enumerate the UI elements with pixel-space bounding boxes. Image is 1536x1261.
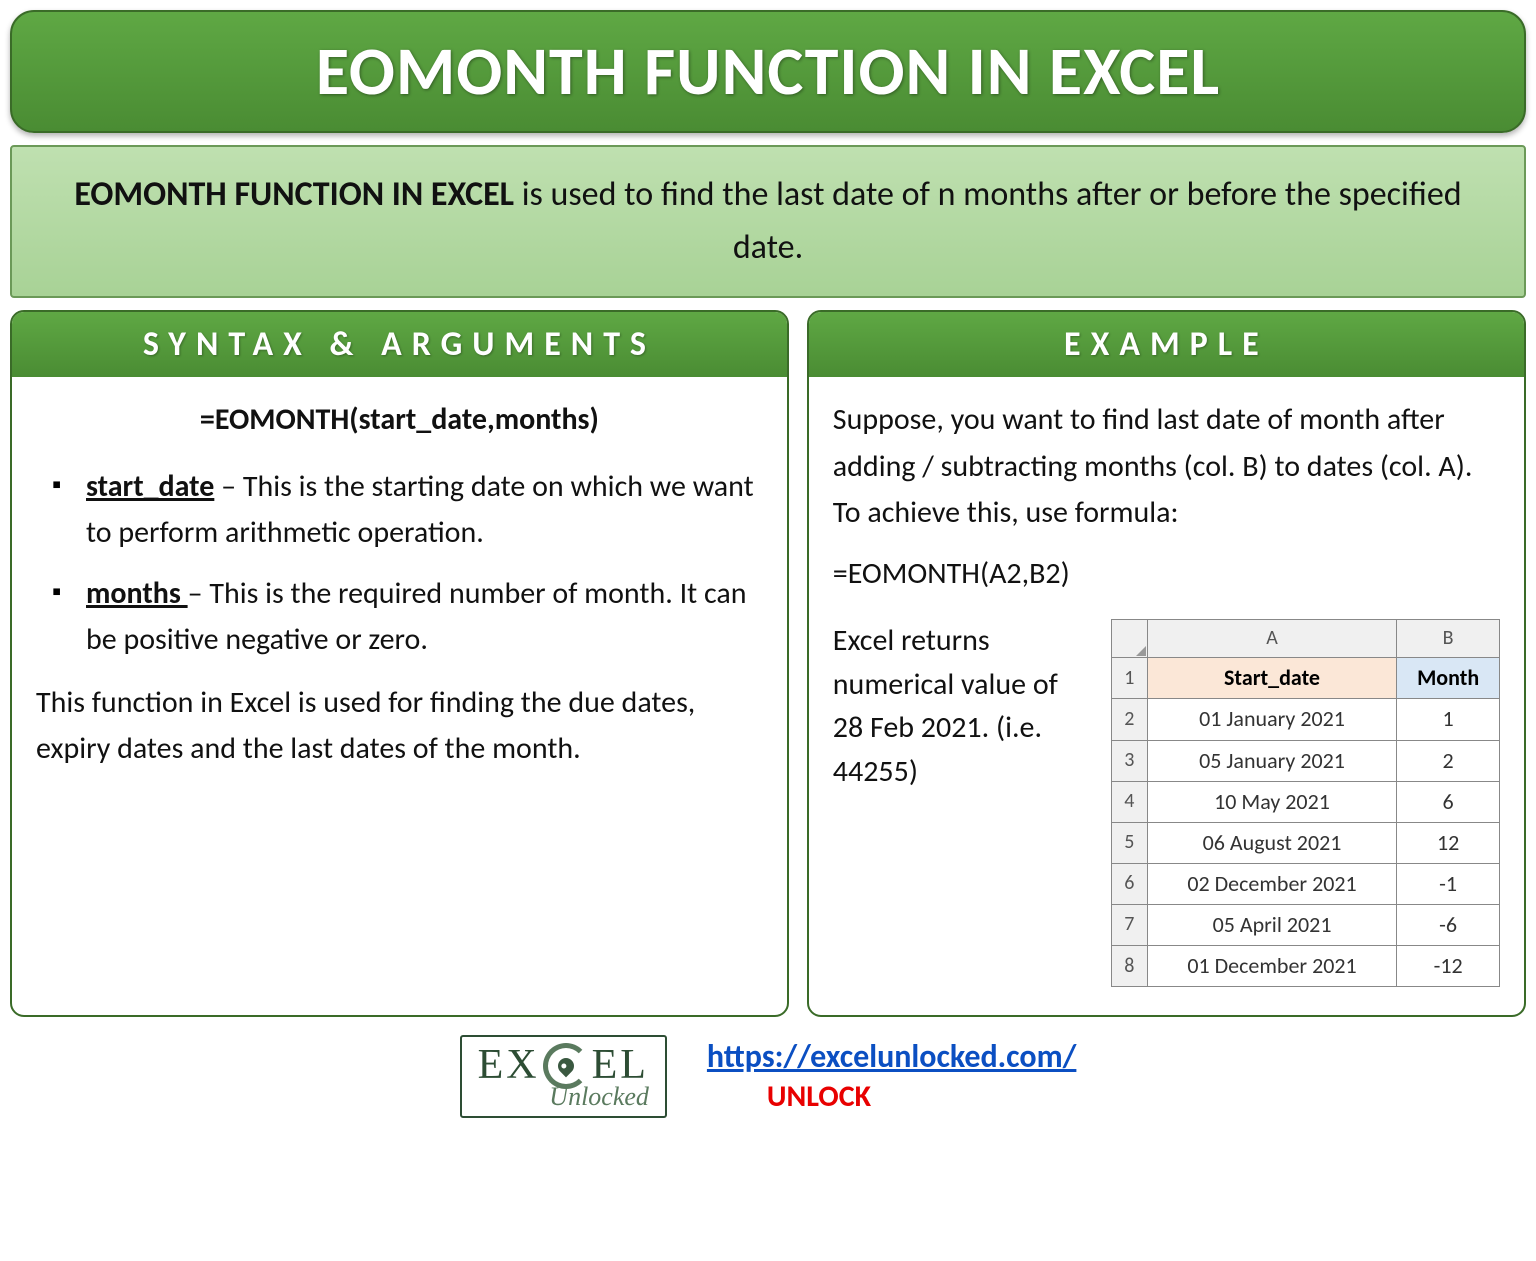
syntax-body: =EOMONTH(start_date,months) start_date –…: [12, 377, 787, 801]
argument-name: months: [86, 575, 188, 612]
row-number: 8: [1111, 946, 1147, 987]
argument-name: start_date: [86, 468, 214, 505]
row-number: 3: [1111, 740, 1147, 781]
argument-item: start_date – This is the starting date o…: [46, 464, 763, 557]
cell: -12: [1397, 946, 1500, 987]
row-number: 7: [1111, 904, 1147, 945]
cell: 05 April 2021: [1147, 904, 1396, 945]
logo-ex: EX: [478, 1046, 540, 1086]
syntax-panel: SYNTAX & ARGUMENTS =EOMONTH(start_date,m…: [10, 310, 789, 1017]
page-title: EOMONTH FUNCTION IN EXCEL: [42, 30, 1494, 113]
col-header-b: B: [1397, 620, 1500, 658]
content-columns: SYNTAX & ARGUMENTS =EOMONTH(start_date,m…: [10, 310, 1526, 1017]
example-panel: EXAMPLE Suppose, you want to find last d…: [807, 310, 1526, 1017]
example-intro: Suppose, you want to find last date of m…: [833, 397, 1500, 537]
cell: -6: [1397, 904, 1500, 945]
description-bar: EOMONTH FUNCTION IN EXCEL is used to fin…: [10, 145, 1526, 298]
cell: 02 December 2021: [1147, 863, 1396, 904]
row-number: 2: [1111, 699, 1147, 740]
cell: 05 January 2021: [1147, 740, 1396, 781]
cell: -1: [1397, 863, 1500, 904]
cell: 01 December 2021: [1147, 946, 1396, 987]
syntax-formula: =EOMONTH(start_date,months): [36, 397, 763, 444]
footer-url-link[interactable]: https://excelunlocked.com/: [707, 1037, 1076, 1076]
example-result-note: Excel returns numerical value of 28 Feb …: [833, 619, 1093, 793]
row-number: 5: [1111, 822, 1147, 863]
example-formula: =EOMONTH(A2,B2): [833, 551, 1500, 598]
argument-list: start_date – This is the starting date o…: [36, 464, 763, 664]
example-row: Excel returns numerical value of 28 Feb …: [833, 619, 1500, 987]
row-number: 4: [1111, 781, 1147, 822]
logo-el: EL: [592, 1046, 649, 1086]
cell: 6: [1397, 781, 1500, 822]
description-text: is used to find the last date of n month…: [514, 174, 1462, 268]
footer-unlock-text: UNLOCK: [767, 1078, 1076, 1115]
spreadsheet-table: A B 1 Start_date Month 201 January 20211…: [1111, 619, 1500, 987]
cell: 01 January 2021: [1147, 699, 1396, 740]
logo-keyhole-icon: [543, 1043, 589, 1089]
example-table: A B 1 Start_date Month 201 January 20211…: [1111, 619, 1500, 987]
syntax-note: This function in Excel is used for findi…: [36, 680, 763, 773]
brand-logo: EX EL Unlocked: [460, 1035, 667, 1118]
cell-header: Start_date: [1147, 658, 1396, 699]
row-number: 6: [1111, 863, 1147, 904]
col-header-a: A: [1147, 620, 1396, 658]
cell-header: Month: [1397, 658, 1500, 699]
cell: 10 May 2021: [1147, 781, 1396, 822]
argument-item: months – This is the required number of …: [46, 571, 763, 664]
footer-links: https://excelunlocked.com/ UNLOCK: [707, 1037, 1076, 1115]
cell: 06 August 2021: [1147, 822, 1396, 863]
logo-text: EX EL Unlocked: [478, 1043, 649, 1110]
syntax-heading: SYNTAX & ARGUMENTS: [12, 312, 787, 377]
sheet-corner: [1111, 620, 1147, 658]
example-body: Suppose, you want to find last date of m…: [809, 377, 1524, 1015]
cell: 12: [1397, 822, 1500, 863]
example-heading: EXAMPLE: [809, 312, 1524, 377]
row-number: 1: [1111, 658, 1147, 699]
page-title-bar: EOMONTH FUNCTION IN EXCEL: [10, 10, 1526, 133]
cell: 2: [1397, 740, 1500, 781]
footer: EX EL Unlocked https://excelunlocked.com…: [10, 1027, 1526, 1124]
cell: 1: [1397, 699, 1500, 740]
description-bold: EOMONTH FUNCTION IN EXCEL: [74, 174, 514, 215]
